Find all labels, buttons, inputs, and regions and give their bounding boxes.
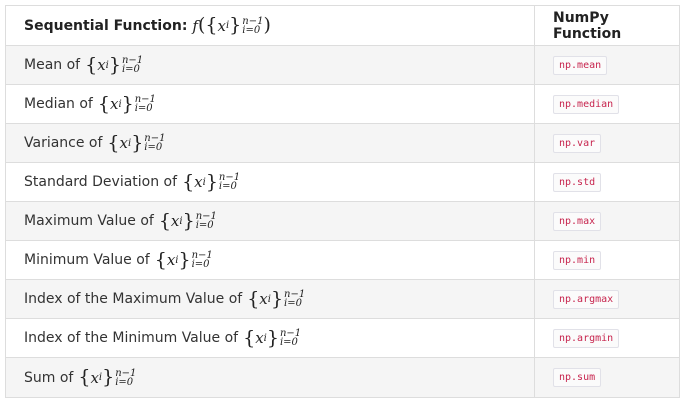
header-function-label: Sequential Function: <box>24 17 188 34</box>
numpy-function-code: np.mean <box>553 55 608 75</box>
table-row: Maximum Value of{x i} n−1 i=0 np.max <box>6 202 679 241</box>
function-cell: Index of the Maximum Value of{x i} n−1 i=0 <box>6 280 535 318</box>
lower-limit: i=0 <box>284 298 302 309</box>
numpy-cell: np.argmax <box>535 280 679 318</box>
table-row: Variance of{x i} n−1 i=0 np.var <box>6 124 679 163</box>
numpy-cell: np.median <box>535 85 679 123</box>
header-numpy-function: NumPy Function <box>553 9 622 42</box>
set-variable: x <box>119 134 128 152</box>
numpy-function-code: np.var <box>553 133 602 153</box>
numpy-function-code: np.median <box>553 94 620 114</box>
lower-limit: i=0 <box>121 64 140 75</box>
function-cell: Median of{x i} n−1 i=0 <box>6 85 535 123</box>
sequence-notation: {x i} n−1 i=0 <box>154 248 213 271</box>
set-variable: x <box>97 56 106 74</box>
numpy-cell: np.max <box>535 202 679 240</box>
lower-limit: i=0 <box>195 220 214 231</box>
function-cell: Sum of{x i} n−1 i=0 <box>6 358 535 397</box>
lower-limit: i=0 <box>134 103 153 114</box>
numpy-function-code: np.argmax <box>553 289 620 309</box>
set-variable: x <box>90 368 99 387</box>
set-variable: x <box>170 212 180 230</box>
set-variable: x <box>255 329 264 347</box>
sequence-notation: {x i} n−1 i=0 <box>78 366 137 388</box>
sequence-notation: {x i} n−1 i=0 <box>107 131 166 154</box>
table-row: Standard Deviation of{x i} n−1 i=0 np.std <box>6 163 679 202</box>
numpy-function-code: np.max <box>553 211 602 231</box>
table-row: Index of the Minimum Value of{x i} n−1 i=0 n… <box>6 319 679 358</box>
function-label: Median of <box>24 96 93 112</box>
function-cell: Standard Deviation of{x i} n−1 i=0 <box>6 163 535 201</box>
function-label: Maximum Value of <box>24 213 154 229</box>
function-cell: Index of the Minimum Value of{x i} n−1 i=0 <box>6 319 535 357</box>
function-cell: Variance of{x i} n−1 i=0 <box>6 124 535 162</box>
lower-limit: i=0 <box>218 181 237 192</box>
table-row: Mean of{x i} n−1 i=0 np.mean <box>6 46 679 85</box>
sequence-notation: {x i} n−1 i=0 <box>158 209 217 232</box>
numpy-cell: np.min <box>535 241 679 279</box>
function-cell: Minimum Value of{x i} n−1 i=0 <box>6 241 535 279</box>
lower-limit: i=0 <box>279 337 298 348</box>
table-row: Index of the Maximum Value of{x i} n−1 i=0 n… <box>6 280 679 319</box>
sequence-notation: {x i} n−1 i=0 <box>182 170 241 193</box>
numpy-cell: np.var <box>535 124 679 162</box>
table-row: Median of{x i} n−1 i=0 np.median <box>6 85 679 124</box>
function-label: Sum of <box>24 369 74 386</box>
sequence-notation: {x i} n−1 i=0 <box>243 326 302 349</box>
function-label: Variance of <box>24 135 103 151</box>
numpy-cell: np.mean <box>535 46 679 84</box>
header-function-notation: f ( { x i } n−1 i=0 ) <box>192 14 271 36</box>
function-cell: Maximum Value of{x i} n−1 i=0 <box>6 202 535 240</box>
table-header-row: Sequential Function: f ( { x i } n−1 i=0… <box>6 6 679 46</box>
function-label: Mean of <box>24 57 81 73</box>
lower-limit: i=0 <box>191 259 210 270</box>
table-body: Mean of{x i} n−1 i=0 np.mean Median of{x i} n−1… <box>6 46 679 397</box>
lower-limit: i=0 <box>144 142 163 153</box>
set-variable: x <box>109 95 119 113</box>
table-row: Minimum Value of{x i} n−1 i=0 np.min <box>6 241 679 280</box>
function-label: Minimum Value of <box>24 252 150 268</box>
numpy-cell: np.argmin <box>535 319 679 357</box>
numpy-function-code: np.min <box>553 250 602 270</box>
sequence-notation: {x i} n−1 i=0 <box>97 92 156 115</box>
function-cell: Mean of{x i} n−1 i=0 <box>6 46 535 84</box>
lower-limit: i=0 <box>115 376 134 388</box>
set-variable: x <box>166 251 176 269</box>
sequence-notation: {x i} n−1 i=0 <box>85 53 144 76</box>
set-variable: x <box>194 173 203 191</box>
function-label: Index of the Minimum Value of <box>24 330 239 346</box>
numpy-cell: np.sum <box>535 358 679 397</box>
table-row: Sum of{x i} n−1 i=0 np.sum <box>6 358 679 397</box>
numpy-function-code: np.std <box>553 172 602 192</box>
header-sequential-function: Sequential Function: f ( { x i } n−1 i=0… <box>6 6 535 45</box>
set-variable: x <box>217 16 226 35</box>
sequence-notation: {x i} n−1 i=0 <box>247 287 306 310</box>
numpy-functions-table: Sequential Function: f ( { x i } n−1 i=0… <box>5 5 680 398</box>
lower-limit: i=0 <box>242 24 261 36</box>
set-variable: x <box>259 290 268 308</box>
numpy-function-code: np.argmin <box>553 328 620 348</box>
numpy-cell: np.std <box>535 163 679 201</box>
numpy-function-code: np.sum <box>553 368 602 387</box>
function-label: Index of the Maximum Value of <box>24 291 243 307</box>
function-label: Standard Deviation of <box>24 174 178 190</box>
